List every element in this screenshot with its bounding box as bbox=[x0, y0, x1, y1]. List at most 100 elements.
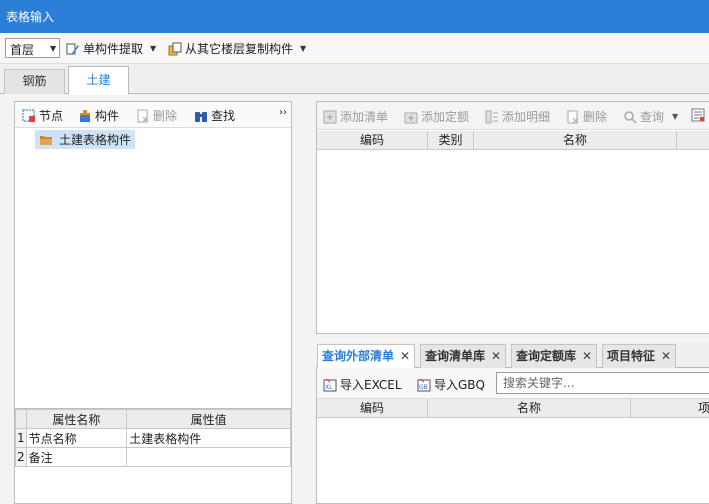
query-button[interactable]: 查询 ▼ bbox=[623, 108, 678, 125]
chevron-down-icon: ▼ bbox=[50, 44, 57, 53]
add-component-button[interactable]: 构件 bbox=[78, 107, 119, 124]
binoculars-icon bbox=[194, 109, 208, 123]
property-grid: 属性名称 属性值 1 节点名称 土建表格构件 2 备注 bbox=[14, 408, 292, 504]
find-button[interactable]: 查找 bbox=[194, 107, 235, 124]
column-header-category[interactable]: 类别 bbox=[428, 131, 474, 149]
add-node-button[interactable]: 节点 bbox=[22, 107, 63, 124]
add-node-icon bbox=[22, 109, 36, 123]
add-detail-label: 添加明细 bbox=[502, 110, 551, 124]
add-quota-label: 添加定额 bbox=[421, 110, 470, 124]
chevron-down-icon: ▼ bbox=[150, 44, 157, 53]
import-excel-button[interactable]: XL 导入EXCEL bbox=[323, 376, 402, 393]
add-quota-icon bbox=[404, 110, 418, 124]
query-label: 查询 bbox=[640, 110, 665, 124]
add-component-icon bbox=[78, 109, 92, 123]
tree-toolbar: 节点 构件 删除 查找 ›› bbox=[15, 102, 291, 128]
close-icon[interactable]: ✕ bbox=[661, 349, 671, 363]
property-value-header: 属性值 bbox=[126, 409, 291, 429]
property-name-header: 属性名称 bbox=[25, 409, 128, 429]
copy-icon bbox=[168, 42, 182, 56]
import-gbq-button[interactable]: GB 导入GBQ bbox=[417, 376, 485, 393]
add-component-label: 构件 bbox=[95, 109, 120, 123]
delete-label: 删除 bbox=[153, 109, 178, 123]
add-node-label: 节点 bbox=[39, 109, 64, 123]
query-toolbar: XL 导入EXCEL GB 导入GBQ bbox=[317, 368, 709, 399]
delete-bill-button[interactable]: 删除 bbox=[566, 108, 607, 125]
report-icon bbox=[691, 108, 705, 122]
copy-from-floor-button[interactable]: 从其它楼层复制构件 ▼ bbox=[168, 40, 306, 57]
close-icon[interactable]: ✕ bbox=[400, 349, 410, 363]
extract-component-button[interactable]: 单构件提取 ▼ bbox=[66, 40, 156, 57]
property-table: 属性名称 属性值 1 节点名称 土建表格构件 2 备注 bbox=[15, 409, 291, 467]
table-row[interactable]: 2 备注 bbox=[15, 447, 291, 467]
component-tree: 土建表格构件 bbox=[35, 130, 136, 149]
bill-table-header: 编码 类别 名称 bbox=[317, 131, 709, 150]
folder-icon bbox=[39, 133, 53, 147]
floor-select-value: 首层 bbox=[10, 43, 35, 57]
column-header-item[interactable]: 项 bbox=[631, 399, 709, 417]
tab-label: 查询外部清单 bbox=[322, 349, 395, 363]
property-value-cell[interactable] bbox=[126, 447, 291, 467]
gbq-icon: GB bbox=[417, 378, 431, 392]
chevron-down-icon: ▼ bbox=[672, 112, 679, 121]
column-header-name[interactable]: 名称 bbox=[474, 131, 677, 149]
tab-civil[interactable]: 土建 bbox=[68, 66, 129, 95]
tab-project-features[interactable]: 项目特征 ✕ bbox=[602, 344, 677, 368]
query-tab-bar: 查询外部清单 ✕ 查询清单库 ✕ 查询定额库 ✕ 项目特征 ✕ bbox=[316, 343, 709, 368]
delete-icon bbox=[566, 110, 580, 124]
svg-text:GB: GB bbox=[419, 384, 428, 391]
bill-panel: 添加清单 添加定额 添加明细 删除 查询 ▼ 编码 类别 名称 bbox=[316, 101, 709, 334]
property-name-cell: 节点名称 bbox=[25, 428, 128, 448]
column-header-code[interactable]: 编码 bbox=[317, 399, 428, 417]
tab-query-bill-library[interactable]: 查询清单库 ✕ bbox=[420, 344, 507, 368]
excel-icon: XL bbox=[323, 378, 337, 392]
tab-query-quota-library[interactable]: 查询定额库 ✕ bbox=[511, 344, 598, 368]
bill-toolbar: 添加清单 添加定额 添加明细 删除 查询 ▼ bbox=[317, 102, 709, 130]
delete-button[interactable]: 删除 bbox=[136, 107, 177, 124]
tab-rebar[interactable]: 钢筋 bbox=[4, 69, 65, 94]
keyword-search-box[interactable] bbox=[496, 372, 709, 394]
magnifier-icon bbox=[623, 110, 637, 124]
query-table-header: 编码 名称 项 bbox=[317, 399, 709, 418]
query-panel: XL 导入EXCEL GB 导入GBQ 编码 名称 项 bbox=[316, 368, 709, 504]
column-header-code[interactable]: 编码 bbox=[317, 131, 428, 149]
tab-label: 查询定额库 bbox=[516, 349, 577, 363]
import-gbq-label: 导入GBQ bbox=[434, 378, 485, 392]
keyword-search-input[interactable] bbox=[501, 375, 705, 391]
property-value-cell[interactable]: 土建表格构件 bbox=[126, 428, 291, 448]
add-quota-button[interactable]: 添加定额 bbox=[404, 108, 469, 125]
tree-node-root[interactable]: 土建表格构件 bbox=[35, 130, 136, 149]
main-tab-bar: 钢筋 土建 bbox=[0, 64, 709, 95]
tab-query-external-bill[interactable]: 查询外部清单 ✕ bbox=[317, 344, 416, 368]
tab-label: 查询清单库 bbox=[425, 349, 486, 363]
property-name-cell: 备注 bbox=[25, 447, 128, 467]
add-detail-icon bbox=[485, 110, 499, 124]
table-row[interactable]: 1 节点名称 土建表格构件 bbox=[15, 428, 291, 448]
toolbar-overflow-button[interactable]: ›› bbox=[279, 107, 287, 118]
add-detail-button[interactable]: 添加明细 bbox=[485, 108, 550, 125]
main-toolbar: 首层 ▼ 单构件提取 ▼ 从其它楼层复制构件 ▼ bbox=[0, 33, 709, 64]
copy-from-floor-label: 从其它楼层复制构件 bbox=[185, 42, 294, 56]
delete-icon bbox=[136, 109, 150, 123]
add-bill-button[interactable]: 添加清单 bbox=[323, 108, 388, 125]
tree-node-label: 土建表格构件 bbox=[59, 133, 132, 147]
add-bill-icon bbox=[323, 110, 337, 124]
pencil-icon bbox=[66, 42, 80, 56]
find-label: 查找 bbox=[211, 109, 236, 123]
floor-select[interactable]: 首层 ▼ bbox=[5, 38, 60, 58]
window-title: 表格输入 bbox=[6, 10, 55, 24]
tab-label: 项目特征 bbox=[607, 349, 656, 363]
property-header-row: 属性名称 属性值 bbox=[15, 409, 291, 429]
window-title-bar: 表格输入 bbox=[0, 0, 709, 33]
chevron-down-icon: ▼ bbox=[300, 44, 307, 53]
close-icon[interactable]: ✕ bbox=[582, 349, 592, 363]
column-header-name[interactable]: 名称 bbox=[428, 399, 631, 417]
row-index: 2 bbox=[15, 447, 27, 467]
more-tools-button[interactable] bbox=[691, 108, 705, 122]
extract-component-label: 单构件提取 bbox=[83, 42, 144, 56]
close-icon[interactable]: ✕ bbox=[491, 349, 501, 363]
delete-bill-label: 删除 bbox=[583, 110, 608, 124]
svg-text:XL: XL bbox=[325, 384, 333, 391]
add-bill-label: 添加清单 bbox=[340, 110, 389, 124]
row-index: 1 bbox=[15, 428, 27, 448]
